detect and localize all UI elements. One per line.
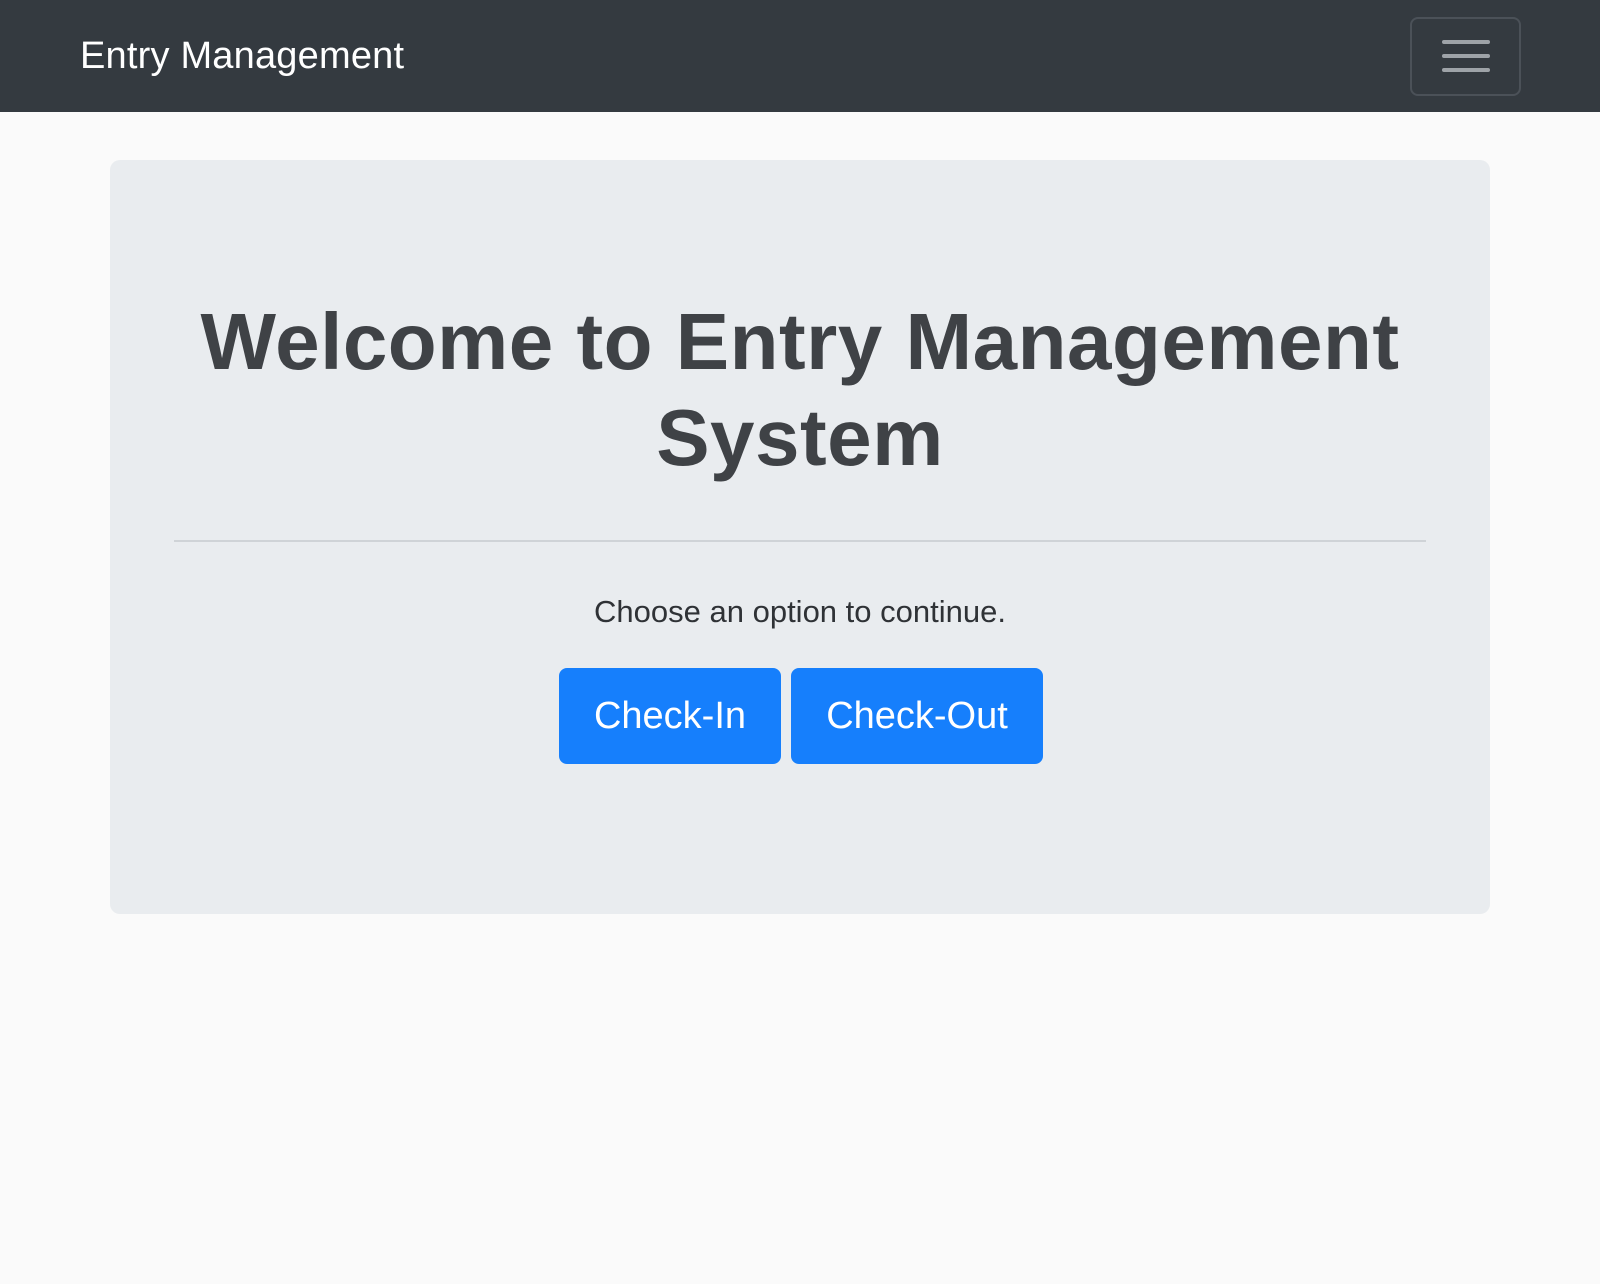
hamburger-menu-icon	[1441, 40, 1490, 44]
check-in-button[interactable]: Check-In	[559, 668, 781, 764]
page-title: Welcome to Entry Management System	[200, 297, 1400, 482]
navbar-toggler-button[interactable]	[1410, 16, 1521, 96]
navbar: Entry Management	[0, 0, 1600, 112]
navbar-brand[interactable]: Entry Management	[80, 35, 404, 78]
divider	[174, 540, 1426, 542]
welcome-jumbotron: Welcome to Entry Management System Choos…	[110, 160, 1490, 914]
check-out-button[interactable]: Check-Out	[791, 668, 1043, 764]
hamburger-menu-icon	[1441, 54, 1490, 58]
hamburger-menu-icon	[1441, 68, 1490, 72]
action-buttons: Check-In Check-Out	[174, 668, 1426, 764]
lead-text: Choose an option to continue.	[594, 594, 1006, 629]
